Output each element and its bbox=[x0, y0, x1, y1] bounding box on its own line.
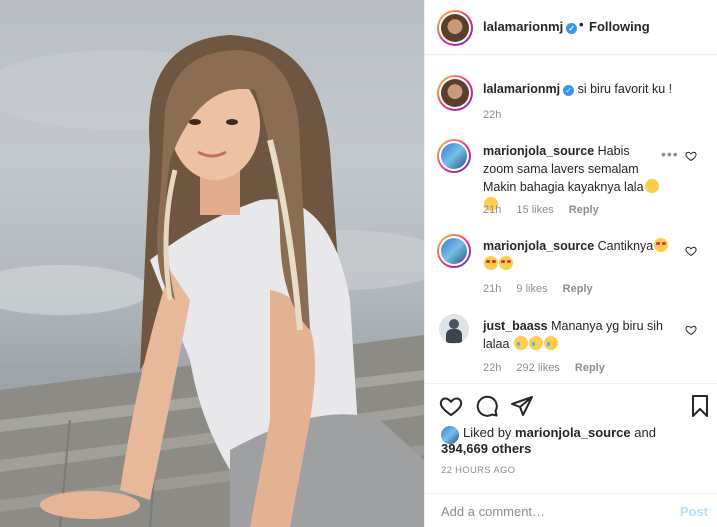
reply-button[interactable]: Reply bbox=[569, 204, 599, 216]
comment-avatar[interactable] bbox=[437, 234, 471, 268]
comment-username[interactable]: marionjola_source bbox=[483, 144, 594, 158]
add-comment-bar: Add a comment… Post bbox=[425, 493, 717, 527]
comment-username[interactable]: marionjola_source bbox=[483, 239, 594, 253]
like-heart-icon[interactable] bbox=[439, 394, 463, 418]
liked-by-prefix: Liked by bbox=[463, 425, 512, 440]
post-side-panel: lalamarionmj ✓ • Following lalamarionmj ✓ … bbox=[424, 0, 717, 527]
comment-likes[interactable]: 292 likes bbox=[516, 362, 559, 374]
heart-eyes-icon bbox=[484, 256, 498, 270]
share-paper-plane-icon[interactable] bbox=[510, 394, 534, 418]
comment-time[interactable]: 22h bbox=[483, 362, 501, 374]
comment: just_baass Mananya yg biru sih lalaa bbox=[483, 317, 673, 353]
heart-eyes-icon bbox=[499, 256, 513, 270]
caption-time[interactable]: 22h bbox=[483, 109, 501, 121]
more-options-icon[interactable]: ••• bbox=[661, 146, 679, 162]
comment-username[interactable]: just_baass bbox=[483, 319, 548, 333]
comment-avatar[interactable] bbox=[437, 139, 471, 173]
following-button[interactable]: Following bbox=[589, 19, 650, 34]
comment-text: Cantiknya bbox=[597, 239, 654, 253]
liked-by-and: and bbox=[634, 425, 656, 440]
heart-eyes-icon bbox=[654, 238, 669, 252]
caption: lalamarionmj ✓ si biru favorit ku ! bbox=[483, 80, 683, 98]
post-photo[interactable] bbox=[0, 0, 424, 527]
comment-meta: 22h 292 likes Reply bbox=[483, 362, 617, 374]
comment-meta: 21h 9 likes Reply bbox=[483, 283, 605, 295]
author-username[interactable]: lalamarionmj ✓ bbox=[483, 19, 578, 34]
author-avatar[interactable] bbox=[437, 10, 473, 46]
add-comment-input[interactable]: Add a comment… bbox=[441, 504, 545, 519]
header-separator: • bbox=[579, 17, 584, 32]
comment-likes[interactable]: 15 likes bbox=[516, 204, 553, 216]
verified-badge-icon: ✓ bbox=[563, 85, 575, 96]
liked-by-text: Liked by marionjola_source and bbox=[463, 425, 656, 441]
comment-like-heart-icon[interactable] bbox=[685, 245, 697, 257]
comment: marionjola_source Cantiknya bbox=[483, 237, 673, 273]
reply-button[interactable]: Reply bbox=[563, 283, 593, 295]
crying-face-icon bbox=[513, 336, 528, 350]
post-comment-button[interactable]: Post bbox=[680, 504, 708, 519]
liked-by-user[interactable]: marionjola_source bbox=[515, 425, 631, 440]
post-actions: Liked by marionjola_source and 394,669 o… bbox=[425, 383, 717, 527]
caption-meta: 22h bbox=[483, 109, 513, 121]
liked-by-others[interactable]: 394,669 others bbox=[441, 441, 531, 456]
reply-button[interactable]: Reply bbox=[575, 362, 605, 374]
comment-time[interactable]: 21h bbox=[483, 204, 501, 216]
verified-badge-icon: ✓ bbox=[566, 23, 578, 34]
post-header: lalamarionmj ✓ • Following bbox=[425, 0, 717, 55]
comment-bubble-icon[interactable] bbox=[475, 394, 499, 418]
face-savoring-icon bbox=[644, 179, 659, 193]
comment-like-heart-icon[interactable] bbox=[685, 150, 697, 162]
comment-like-heart-icon[interactable] bbox=[685, 324, 697, 336]
comment-avatar[interactable] bbox=[439, 314, 469, 344]
comment-likes[interactable]: 9 likes bbox=[516, 283, 547, 295]
comment-time[interactable]: 21h bbox=[483, 283, 501, 295]
crying-face-icon bbox=[543, 336, 558, 350]
crying-face-icon bbox=[528, 336, 543, 350]
comment-meta: 21h 15 likes Reply bbox=[483, 204, 611, 216]
caption-username[interactable]: lalamarionmj bbox=[483, 82, 560, 96]
post-timestamp[interactable]: 22 HOURS AGO bbox=[441, 465, 515, 476]
save-bookmark-icon[interactable] bbox=[688, 394, 712, 418]
photo-illustration bbox=[0, 35, 424, 527]
caption-author-avatar[interactable] bbox=[437, 75, 473, 111]
caption-text: si biru favorit ku ! bbox=[577, 82, 673, 96]
